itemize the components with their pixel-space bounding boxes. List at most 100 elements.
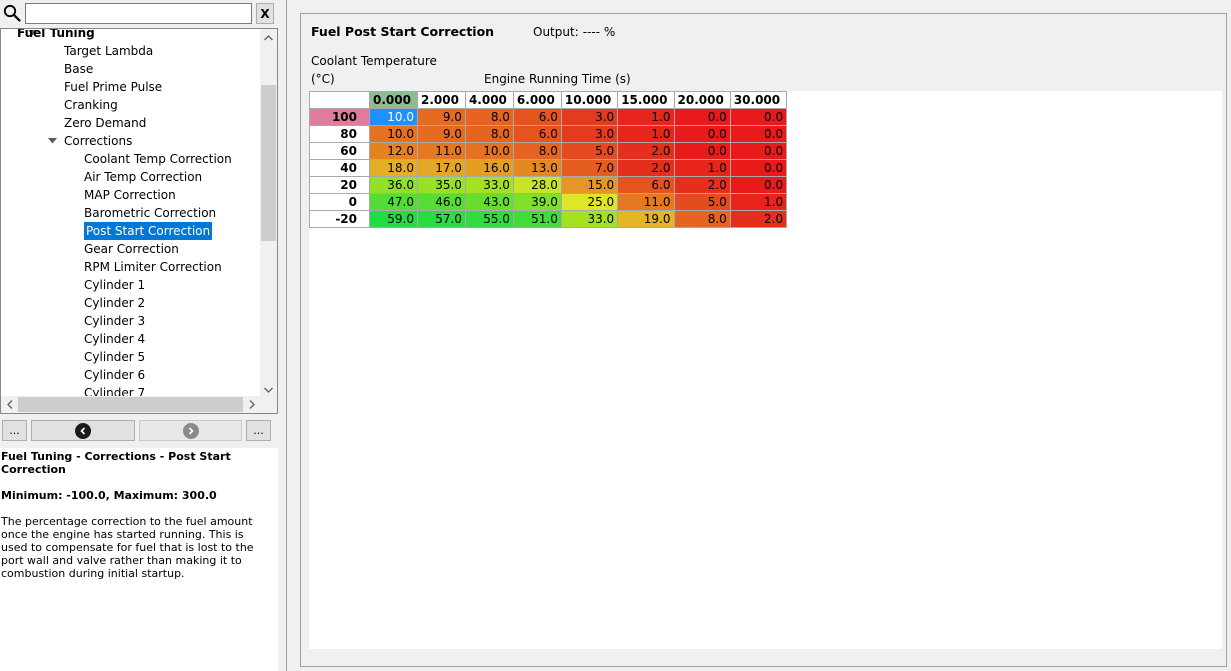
map-cell[interactable]: 2.0 bbox=[617, 159, 675, 177]
map-cell[interactable]: 0.0 bbox=[673, 125, 731, 143]
x-axis-header[interactable]: 0.000 bbox=[369, 91, 418, 109]
forward-button[interactable] bbox=[139, 420, 242, 441]
map-cell[interactable]: 9.0 bbox=[416, 108, 466, 126]
map-cell[interactable]: 11.0 bbox=[617, 193, 675, 211]
map-cell[interactable]: 47.0 bbox=[369, 193, 418, 211]
vertical-scroll-thumb[interactable] bbox=[261, 85, 276, 241]
scroll-left-icon[interactable] bbox=[1, 396, 18, 413]
map-cell[interactable]: 2.0 bbox=[617, 142, 675, 160]
map-cell[interactable]: 0.0 bbox=[729, 108, 788, 126]
map-cell[interactable]: 11.0 bbox=[416, 142, 466, 160]
map-cell[interactable]: 33.0 bbox=[560, 210, 619, 228]
x-axis-header[interactable]: 2.000 bbox=[416, 91, 466, 109]
scroll-right-icon[interactable] bbox=[243, 396, 260, 413]
tree-item[interactable]: Corrections bbox=[1, 132, 260, 150]
map-cell[interactable]: 0.0 bbox=[729, 159, 788, 177]
map-cell[interactable]: 3.0 bbox=[560, 125, 619, 143]
map-cell[interactable]: 55.0 bbox=[464, 210, 514, 228]
map-cell[interactable]: 8.0 bbox=[464, 125, 514, 143]
map-cell[interactable]: 5.0 bbox=[673, 193, 731, 211]
tree-item[interactable]: MAP Correction bbox=[1, 186, 260, 204]
map-cell[interactable]: 7.0 bbox=[560, 159, 619, 177]
expand-toggle-icon[interactable] bbox=[47, 132, 57, 150]
tree-item[interactable]: Fuel Tuning bbox=[1, 29, 260, 42]
map-cell[interactable]: 15.0 bbox=[560, 176, 619, 194]
map-cell[interactable]: 10.0 bbox=[464, 142, 514, 160]
map-cell[interactable]: 43.0 bbox=[464, 193, 514, 211]
tree-item[interactable]: Fuel Prime Pulse bbox=[1, 78, 260, 96]
tree-horizontal-scrollbar[interactable] bbox=[1, 396, 277, 413]
tree-vertical-scrollbar[interactable] bbox=[260, 29, 277, 398]
more-right-button[interactable]: ... bbox=[246, 420, 271, 441]
search-input[interactable] bbox=[25, 3, 252, 24]
map-cell[interactable]: 8.0 bbox=[673, 210, 731, 228]
x-axis-header[interactable]: 10.000 bbox=[560, 91, 619, 109]
clear-search-button[interactable]: X bbox=[256, 3, 274, 24]
map-cell[interactable]: 10.0 bbox=[369, 125, 418, 143]
tree-item[interactable]: Air Temp Correction bbox=[1, 168, 260, 186]
map-cell[interactable]: 35.0 bbox=[416, 176, 466, 194]
map-cell[interactable]: 3.0 bbox=[560, 108, 619, 126]
tree-item[interactable]: Cylinder 6 bbox=[1, 366, 260, 384]
map-cell[interactable]: 59.0 bbox=[369, 210, 418, 228]
map-cell[interactable]: 5.0 bbox=[560, 142, 619, 160]
map-cell[interactable]: 0.0 bbox=[729, 142, 788, 160]
scroll-up-icon[interactable] bbox=[260, 29, 277, 46]
back-button[interactable] bbox=[31, 420, 135, 441]
map-cell[interactable]: 2.0 bbox=[729, 210, 788, 228]
map-cell[interactable]: 33.0 bbox=[464, 176, 514, 194]
x-axis-header[interactable]: 15.000 bbox=[617, 91, 675, 109]
x-axis-header[interactable]: 20.000 bbox=[673, 91, 731, 109]
map-cell[interactable]: 6.0 bbox=[512, 125, 562, 143]
map-cell[interactable]: 8.0 bbox=[512, 142, 562, 160]
map-cell[interactable]: 1.0 bbox=[729, 193, 788, 211]
map-cell[interactable]: 6.0 bbox=[617, 176, 675, 194]
tree-item[interactable]: Gear Correction bbox=[1, 240, 260, 258]
y-axis-header[interactable]: -20 bbox=[309, 210, 370, 228]
map-cell[interactable]: 12.0 bbox=[369, 142, 418, 160]
map-cell[interactable]: 25.0 bbox=[560, 193, 619, 211]
y-axis-header[interactable]: 60 bbox=[309, 142, 370, 160]
y-axis-header[interactable]: 40 bbox=[309, 159, 370, 177]
tree-item[interactable]: Cranking bbox=[1, 96, 260, 114]
map-cell[interactable]: 19.0 bbox=[617, 210, 675, 228]
map-cell[interactable]: 36.0 bbox=[369, 176, 418, 194]
tree-item[interactable]: Cylinder 2 bbox=[1, 294, 260, 312]
map-cell[interactable]: 16.0 bbox=[464, 159, 514, 177]
tree-item[interactable]: Base bbox=[1, 60, 260, 78]
y-axis-header[interactable]: 0 bbox=[309, 193, 370, 211]
map-cell[interactable]: 0.0 bbox=[673, 108, 731, 126]
map-cell[interactable]: 0.0 bbox=[729, 176, 788, 194]
map-cell[interactable]: 57.0 bbox=[416, 210, 466, 228]
map-cell[interactable]: 10.0 bbox=[369, 108, 418, 126]
map-cell[interactable]: 39.0 bbox=[512, 193, 562, 211]
tree-item[interactable]: Cylinder 3 bbox=[1, 312, 260, 330]
map-cell[interactable]: 46.0 bbox=[416, 193, 466, 211]
x-axis-header[interactable]: 6.000 bbox=[512, 91, 562, 109]
map-cell[interactable]: 0.0 bbox=[729, 125, 788, 143]
y-axis-header[interactable]: 20 bbox=[309, 176, 370, 194]
tree-item[interactable]: Cylinder 5 bbox=[1, 348, 260, 366]
x-axis-header[interactable]: 30.000 bbox=[729, 91, 788, 109]
tree-item[interactable]: Cylinder 1 bbox=[1, 276, 260, 294]
map-cell[interactable]: 28.0 bbox=[512, 176, 562, 194]
map-cell[interactable]: 1.0 bbox=[673, 159, 731, 177]
map-cell[interactable]: 1.0 bbox=[617, 125, 675, 143]
map-cell[interactable]: 0.0 bbox=[673, 142, 731, 160]
map-cell[interactable]: 8.0 bbox=[464, 108, 514, 126]
map-cell[interactable]: 18.0 bbox=[369, 159, 418, 177]
map-cell[interactable]: 9.0 bbox=[416, 125, 466, 143]
y-axis-header[interactable]: 80 bbox=[309, 125, 370, 143]
map-cell[interactable]: 51.0 bbox=[512, 210, 562, 228]
tree-item[interactable]: Coolant Temp Correction bbox=[1, 150, 260, 168]
map-cell[interactable]: 13.0 bbox=[512, 159, 562, 177]
map-cell[interactable]: 17.0 bbox=[416, 159, 466, 177]
horizontal-scroll-thumb[interactable] bbox=[18, 397, 243, 412]
tree-item[interactable]: Target Lambda bbox=[1, 42, 260, 60]
tree-item[interactable]: Post Start Correction bbox=[1, 222, 260, 240]
map-cell[interactable]: 2.0 bbox=[673, 176, 731, 194]
x-axis-header[interactable]: 4.000 bbox=[464, 91, 514, 109]
map-cell[interactable]: 6.0 bbox=[512, 108, 562, 126]
tree-item[interactable]: RPM Limiter Correction bbox=[1, 258, 260, 276]
more-left-button[interactable]: ... bbox=[2, 420, 27, 441]
